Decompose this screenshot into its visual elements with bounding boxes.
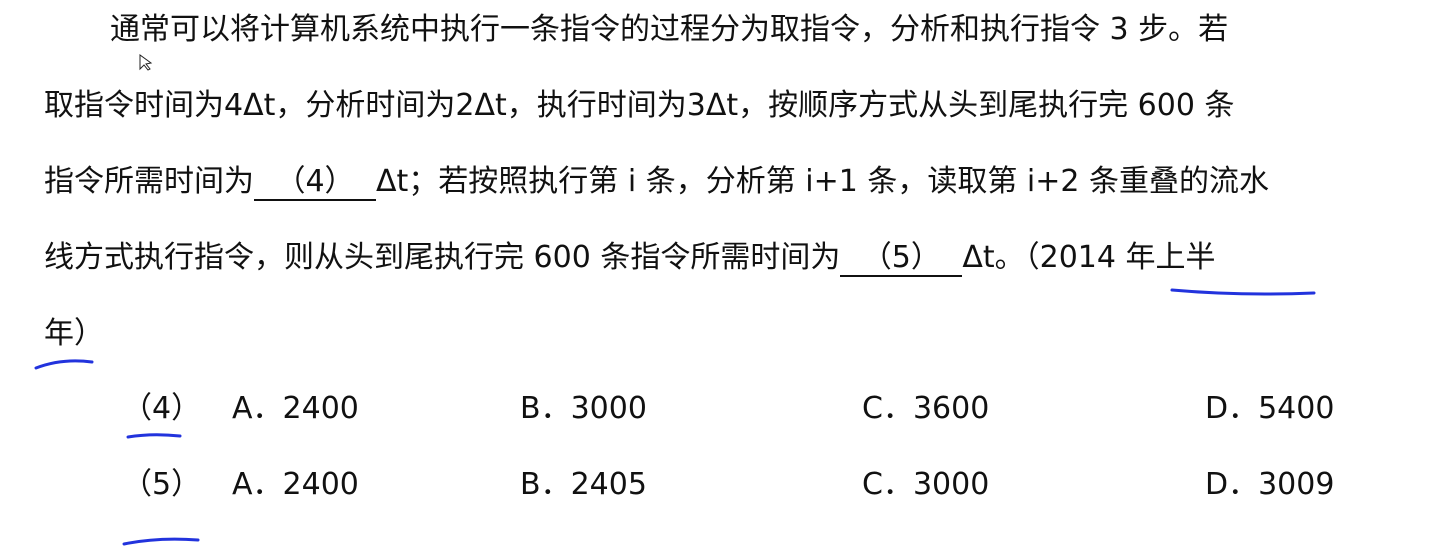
annotation-underline-nian xyxy=(34,359,94,370)
annotation-underline-5 xyxy=(122,537,200,546)
mouse-cursor-icon xyxy=(139,54,153,71)
annotation-layer xyxy=(34,54,1316,546)
annotation-underline-4 xyxy=(126,433,182,439)
annotation-underline-year xyxy=(1170,288,1316,296)
